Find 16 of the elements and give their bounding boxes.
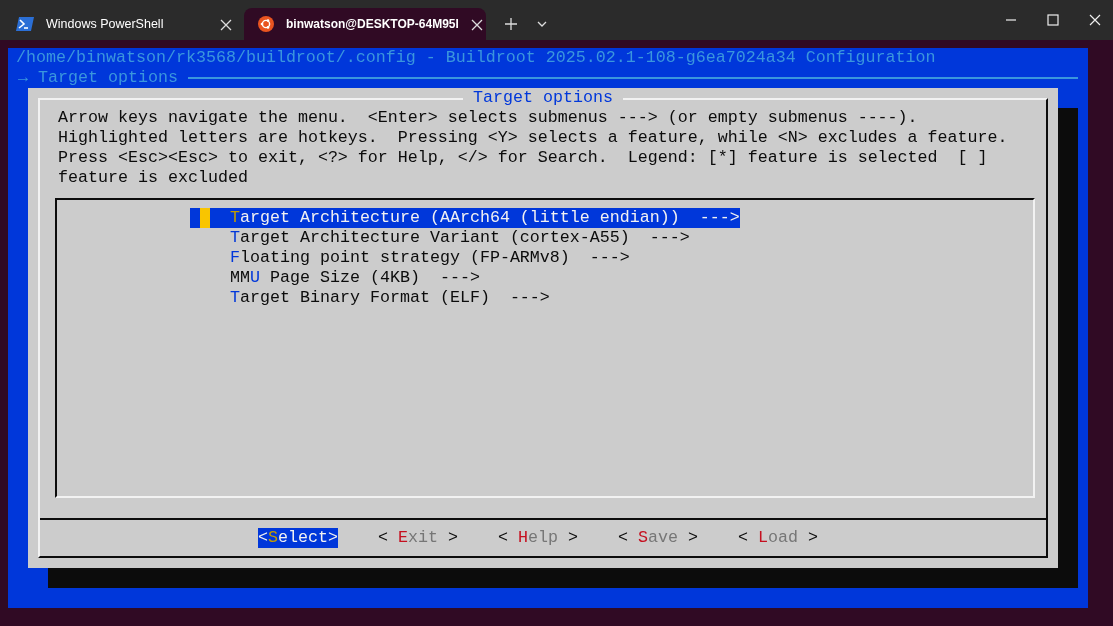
dialog-button[interactable]: < Exit > — [378, 528, 458, 548]
terminal-tab[interactable]: binwatson@DESKTOP-64M95I — [244, 8, 486, 40]
dialog-button[interactable]: < Save > — [618, 528, 698, 548]
menu-item[interactable]: Target Architecture (AArch64 (little endian)) ---> — [190, 208, 740, 228]
breadcrumb: → Target options — [18, 68, 178, 88]
window-title: /home/binwatson/rk3568/buildroot/.config - Buildroot 2025.02.1-108-g6ea7024a34 Configuration — [15, 48, 937, 68]
terminal-tab[interactable]: Windows PowerShell — [2, 8, 244, 40]
dialog-title: Target options — [463, 88, 623, 107]
dialog-button[interactable]: < Load > — [738, 528, 818, 548]
menu-item[interactable]: Floating point strategy (FP-ARMv8) ---> — [190, 248, 630, 268]
menu-item[interactable]: MMU Page Size (4KB) ---> — [190, 268, 480, 288]
menu-item[interactable]: Target Binary Format (ELF) ---> — [190, 288, 550, 308]
dialog-button[interactable]: < Help > — [498, 528, 578, 548]
dialog-button[interactable]: <Select> — [258, 528, 338, 548]
help-text: Arrow keys navigate the menu. <Enter> selects submenus ---> (or empty submenus ----). Highlighted letters are hotkeys. Pressing <Y> selects a feature, while <N> excludes a feature. Press <Esc><Esc> to exit, <?> for Help, </> for Search. Legend: [*] feature is selected [ ] feature is excluded — [58, 108, 1009, 188]
menu-item[interactable]: Target Architecture Variant (cortex-A55) ---> — [190, 228, 690, 248]
